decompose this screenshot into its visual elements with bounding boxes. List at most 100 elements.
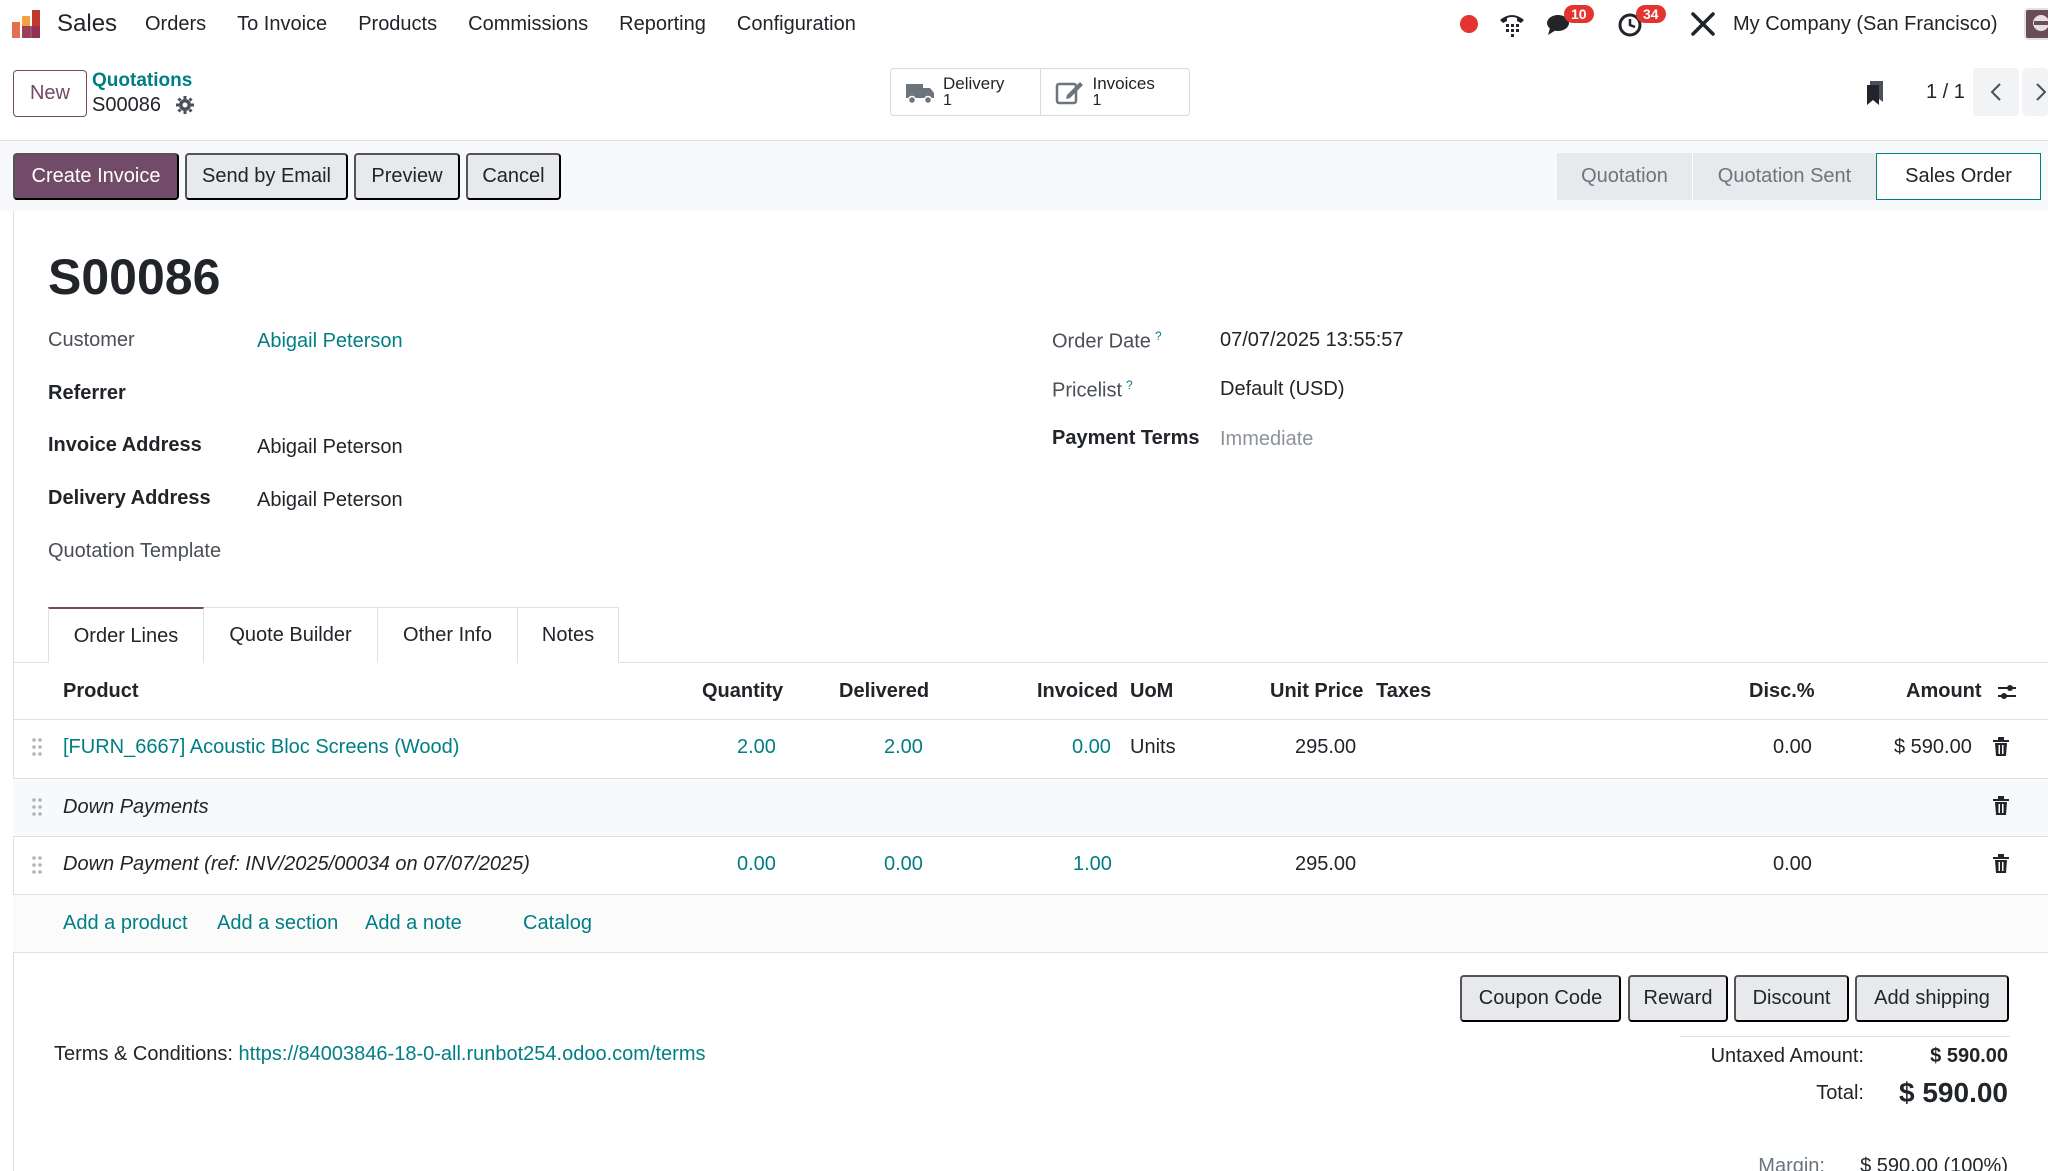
section-title[interactable]: Down Payments [63,796,209,819]
quotation-template-label: Quotation Template [48,540,222,562]
invoice-address-field[interactable]: Abigail Peterson [257,436,403,459]
new-button[interactable]: New [13,70,87,117]
menu-configuration[interactable]: Configuration [737,13,856,36]
divider [13,836,2048,837]
delivered-cell[interactable]: 0.00 [884,853,923,876]
pager-previous-button[interactable] [1973,68,2019,116]
order-date-field[interactable]: 07/07/2025 13:55:57 [1220,329,1404,352]
stage-quotation[interactable]: Quotation [1557,153,1692,200]
column-invoiced[interactable]: Invoiced [1037,680,1118,703]
column-taxes[interactable]: Taxes [1376,680,1431,703]
invoiced-cell[interactable]: 1.00 [1073,853,1112,876]
column-amount[interactable]: Amount [1906,680,1982,703]
create-invoice-button[interactable]: Create Invoice [13,153,179,200]
stage-sales-order[interactable]: Sales Order [1876,153,2041,200]
customer-field[interactable]: Abigail Peterson [257,330,403,353]
add-note-link[interactable]: Add a note [365,912,462,935]
help-icon[interactable]: ? [1126,378,1133,392]
amount-cell: $ 590.00 [1894,736,1972,758]
trash-icon[interactable] [1992,854,2010,874]
add-shipping-button[interactable]: Add shipping [1855,975,2009,1022]
product-link[interactable]: [FURN_6667] Acoustic Bloc Screens (Wood) [63,736,459,759]
invoiced-cell[interactable]: 0.00 [1072,736,1111,759]
section-row[interactable] [13,779,2048,836]
payment-terms-field[interactable]: Immediate [1220,428,1313,451]
trash-icon[interactable] [1992,796,2010,816]
company-switcher[interactable]: My Company (San Francisco) [1733,13,1998,36]
drag-handle-icon[interactable] [31,797,43,817]
discount-button[interactable]: Discount [1734,975,1849,1022]
send-by-email-button[interactable]: Send by Email [185,153,348,200]
breadcrumb-quotations[interactable]: Quotations [92,70,192,92]
delivery-address-field[interactable]: Abigail Peterson [257,489,403,512]
quotation-template-field[interactable] [257,540,657,566]
column-product[interactable]: Product [63,680,139,703]
page-title: S00086 [48,249,221,305]
coupon-code-button[interactable]: Coupon Code [1460,975,1621,1022]
down-payment-description[interactable]: Down Payment (ref: INV/2025/00034 on 07/… [63,853,530,876]
menu-reporting[interactable]: Reporting [619,13,706,36]
pencil-square-icon [1055,82,1083,105]
chevron-left-icon [1990,83,2001,101]
tab-order-lines[interactable]: Order Lines [48,607,204,663]
pager-next-button[interactable] [2022,68,2048,116]
record-indicator-icon[interactable] [1460,15,1478,33]
unit-price-cell[interactable]: 295.00 [1295,853,1356,876]
total-value: $ 590.00 [1899,1077,2008,1108]
add-section-link[interactable]: Add a section [217,912,338,935]
invoices-count: 1 [1092,92,1102,109]
menu-orders[interactable]: Orders [145,13,206,36]
tab-quote-builder[interactable]: Quote Builder [203,607,378,663]
activities-badge: 34 [1636,5,1666,23]
column-settings-icon[interactable] [1996,681,2018,703]
margin-label: Margin: [1758,1155,1825,1171]
quantity-cell[interactable]: 2.00 [737,736,776,759]
user-avatar[interactable] [2024,8,2048,40]
tab-notes[interactable]: Notes [517,607,619,663]
column-disc[interactable]: Disc.% [1749,680,1815,703]
debug-tools-icon[interactable] [1688,10,1718,38]
uom-cell[interactable]: Units [1130,736,1176,759]
sales-app-icon[interactable] [10,8,44,40]
column-uom[interactable]: UoM [1130,680,1173,703]
column-delivered[interactable]: Delivered [839,680,929,703]
unit-price-cell[interactable]: 295.00 [1295,736,1356,759]
phone-icon[interactable] [1497,10,1527,38]
menu-products[interactable]: Products [358,13,437,36]
delivery-smart-button[interactable]: Delivery 1 [891,69,1040,115]
menu-to-invoice[interactable]: To Invoice [237,13,327,36]
quantity-cell[interactable]: 0.00 [737,853,776,876]
column-quantity[interactable]: Quantity [702,680,783,703]
bookmark-icon[interactable] [1866,80,1884,106]
gear-icon[interactable] [175,95,195,115]
referrer-field[interactable] [257,382,657,408]
pager-value[interactable]: 1 / 1 [1926,81,1965,104]
untaxed-amount-label: Untaxed Amount: [1710,1045,1864,1067]
divider [13,719,2048,720]
trash-icon[interactable] [1992,737,2010,757]
order-date-label: Order Date? [1052,329,1162,354]
drag-handle-icon[interactable] [31,855,43,875]
catalog-link[interactable]: Catalog [523,912,592,935]
reward-button[interactable]: Reward [1628,975,1728,1022]
menu-commissions[interactable]: Commissions [468,13,588,36]
invoices-smart-button[interactable]: Invoices 1 [1039,69,1190,115]
app-name[interactable]: Sales [57,10,117,38]
help-icon[interactable]: ? [1155,329,1162,343]
terms-link[interactable]: https://84003846-18-0-all.runbot254.odoo… [239,1043,706,1065]
disc-cell[interactable]: 0.00 [1773,853,1812,876]
drag-handle-icon[interactable] [31,737,43,757]
tab-other-info[interactable]: Other Info [377,607,518,663]
breadcrumb-current: S00086 [92,94,161,116]
pricelist-field[interactable]: Default (USD) [1220,378,1344,401]
cancel-button[interactable]: Cancel [466,153,561,200]
stage-quotation-sent[interactable]: Quotation Sent [1692,153,1876,200]
terms-and-conditions: Terms & Conditions: https://84003846-18-… [54,1043,705,1066]
add-product-link[interactable]: Add a product [63,912,188,935]
messages-badge: 10 [1564,5,1594,23]
preview-button[interactable]: Preview [354,153,460,200]
column-unit-price[interactable]: Unit Price [1270,680,1363,703]
delivered-cell[interactable]: 2.00 [884,736,923,759]
disc-cell[interactable]: 0.00 [1773,736,1812,759]
invoice-address-label: Invoice Address [48,434,202,456]
